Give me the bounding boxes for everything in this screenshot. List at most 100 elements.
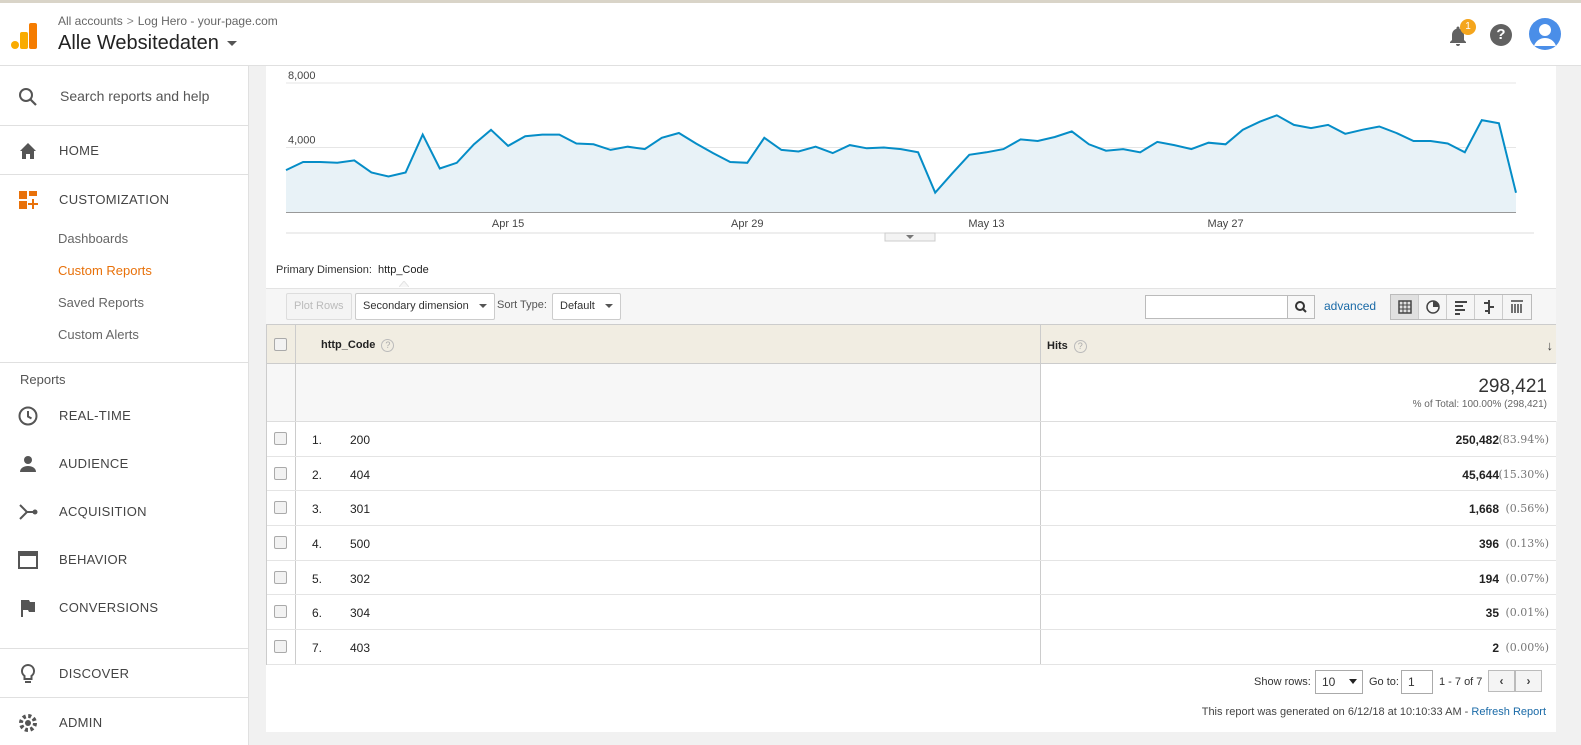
row-checkbox[interactable] xyxy=(274,536,287,550)
secondary-dimension-dropdown[interactable]: Secondary dimension xyxy=(355,293,495,320)
sidebar-subitem-label: Saved Reports xyxy=(58,295,144,310)
pivot-view-button[interactable] xyxy=(1503,295,1531,319)
hits-percent: (15.30%) xyxy=(1498,467,1549,481)
sidebar-item-customization[interactable]: CUSTOMIZATION xyxy=(0,175,248,223)
sort-descending-arrow-icon[interactable]: ↓ xyxy=(1547,338,1554,353)
header-col-dimension[interactable]: http_Code? xyxy=(295,325,1041,363)
secondary-dimension-label: Secondary dimension xyxy=(363,300,469,312)
http-code-link[interactable]: 403 xyxy=(350,641,370,655)
hits-cell: 45,644 (15.30%) xyxy=(1040,456,1557,491)
sidebar-item-conversions[interactable]: CONVERSIONS xyxy=(0,583,248,631)
sidebar-item-label: CONVERSIONS xyxy=(59,600,159,615)
refresh-report-link[interactable]: Refresh Report xyxy=(1471,706,1546,718)
sidebar-search[interactable]: Search reports and help xyxy=(0,66,248,126)
http-code-link[interactable]: 304 xyxy=(350,606,370,620)
clock-icon xyxy=(18,406,38,426)
primary-dimension-value[interactable]: http_Code xyxy=(378,264,429,276)
view-name[interactable]: Alle Websitedaten xyxy=(58,32,219,54)
sidebar-item-acquisition[interactable]: ACQUISITION xyxy=(0,487,248,535)
table-row: 6. 304 35 (0.01%) xyxy=(267,595,1556,631)
sort-type-dropdown[interactable]: Default xyxy=(552,293,621,320)
reports-section-title: Reports xyxy=(20,372,66,387)
table-view-button[interactable] xyxy=(1391,295,1419,319)
http-code-link[interactable]: 200 xyxy=(350,433,370,447)
dimension-cell xyxy=(295,630,1041,664)
main-content: 8,000 4,000 Apr 15 Apr 29 May 13 May 27 Prima… xyxy=(266,66,1557,745)
http-code-link[interactable]: 500 xyxy=(350,537,370,551)
report-panel: Primary Dimension: http_Code Plot Rows Se… xyxy=(266,256,1557,732)
sidebar-subitem-saved-reports[interactable]: Saved Reports xyxy=(0,287,248,319)
table-header: http_Code? Hits? ↓ xyxy=(267,324,1556,364)
breadcrumb-separator-icon: > xyxy=(126,14,134,28)
advanced-filter-link[interactable]: advanced xyxy=(1324,299,1376,313)
sidebar-subitem-custom-alerts[interactable]: Custom Alerts xyxy=(0,319,248,351)
help-question-icon[interactable]: ? xyxy=(381,339,395,352)
show-rows-label: Show rows: xyxy=(1254,676,1311,688)
sidebar-subitem-label: Custom Alerts xyxy=(58,327,139,342)
table-filter-search-button[interactable] xyxy=(1287,295,1315,319)
hits-percent: (83.94%) xyxy=(1498,433,1549,446)
breadcrumb[interactable]: All accounts > Log Hero - your-page.com xyxy=(58,14,278,28)
sidebar-item-behavior[interactable]: BEHAVIOR xyxy=(0,535,248,583)
dimension-cell xyxy=(295,560,1041,595)
x-tick-label: May 13 xyxy=(968,218,1004,230)
user-avatar-icon xyxy=(1534,24,1556,46)
view-selector[interactable]: Alle Websitedaten xyxy=(58,32,237,55)
hits-cell: 2 (0.00%) xyxy=(1040,630,1557,664)
http-code-link[interactable]: 301 xyxy=(350,502,370,516)
sidebar-item-label: CUSTOMIZATION xyxy=(59,192,170,207)
row-checkbox[interactable] xyxy=(274,501,287,515)
next-page-button[interactable]: › xyxy=(1515,670,1542,692)
row-checkbox[interactable] xyxy=(274,640,287,654)
sidebar-item-discover[interactable]: DISCOVER xyxy=(0,649,248,697)
row-index: 5. xyxy=(312,571,323,586)
sidebar-item-audience[interactable]: AUDIENCE xyxy=(0,439,248,487)
row-checkbox[interactable] xyxy=(274,432,287,445)
select-all-checkbox[interactable] xyxy=(274,338,287,351)
table-row: 5. 302 194 (0.07%) xyxy=(267,560,1556,596)
row-index: 2. xyxy=(312,467,323,482)
http-code-link[interactable]: 302 xyxy=(350,572,370,586)
report-footer: This report was generated on 6/12/18 at … xyxy=(1202,706,1546,718)
table-filter-input[interactable] xyxy=(1145,295,1288,319)
chevron-right-icon: › xyxy=(1526,674,1531,688)
sidebar-item-label: ADMIN xyxy=(59,715,103,730)
table-row: 1. 200 250,482 (83.94%) xyxy=(267,422,1556,457)
sort-type-value: Default xyxy=(560,300,595,312)
lightbulb-icon xyxy=(20,663,36,683)
search-icon xyxy=(1295,301,1307,313)
avatar[interactable] xyxy=(1529,18,1561,50)
row-checkbox[interactable] xyxy=(274,605,287,619)
row-checkbox[interactable] xyxy=(274,466,287,480)
hits-value: 194 xyxy=(1478,571,1499,586)
dimension-cell xyxy=(295,456,1041,491)
sidebar-item-home[interactable]: HOME xyxy=(0,126,248,174)
http-code-link[interactable]: 404 xyxy=(350,468,370,482)
hits-over-time-chart[interactable]: 8,000 4,000 Apr 15 Apr 29 May 13 May 27 xyxy=(266,66,1556,246)
breadcrumb-account[interactable]: All accounts xyxy=(58,14,123,28)
previous-page-button[interactable]: ‹ xyxy=(1488,670,1515,692)
performance-view-button[interactable] xyxy=(1447,295,1475,319)
row-checkbox[interactable] xyxy=(274,570,287,584)
sidebar-item-real-time[interactable]: REAL-TIME xyxy=(0,391,248,439)
pie-view-button[interactable] xyxy=(1419,295,1447,319)
analytics-logo-icon[interactable] xyxy=(11,21,39,49)
row-index: 4. xyxy=(312,537,323,552)
hits-percent: (0.01%) xyxy=(1505,606,1549,620)
table-row: 7. 403 2 (0.00%) xyxy=(267,630,1556,665)
plot-rows-button[interactable]: Plot Rows xyxy=(286,293,352,320)
row-index: 3. xyxy=(312,502,323,517)
sidebar-subitem-custom-reports[interactable]: Custom Reports xyxy=(0,255,248,287)
sidebar-item-admin[interactable]: ADMIN xyxy=(0,698,248,745)
help-icon[interactable]: ? xyxy=(1490,24,1512,46)
comparison-view-button[interactable] xyxy=(1475,295,1503,319)
search-input[interactable]: Search reports and help xyxy=(60,88,209,104)
show-rows-select[interactable]: 10 xyxy=(1315,670,1363,694)
customization-icon xyxy=(19,191,38,209)
goto-page-input[interactable]: 1 xyxy=(1401,670,1433,694)
breadcrumb-property[interactable]: Log Hero - your-page.com xyxy=(138,14,278,28)
hits-value: 35 xyxy=(1485,606,1499,621)
sidebar-subitem-dashboards[interactable]: Dashboards xyxy=(0,223,248,255)
help-question-icon[interactable]: ? xyxy=(1073,340,1087,353)
header-col-hits[interactable]: Hits? ↓ xyxy=(1040,325,1557,363)
